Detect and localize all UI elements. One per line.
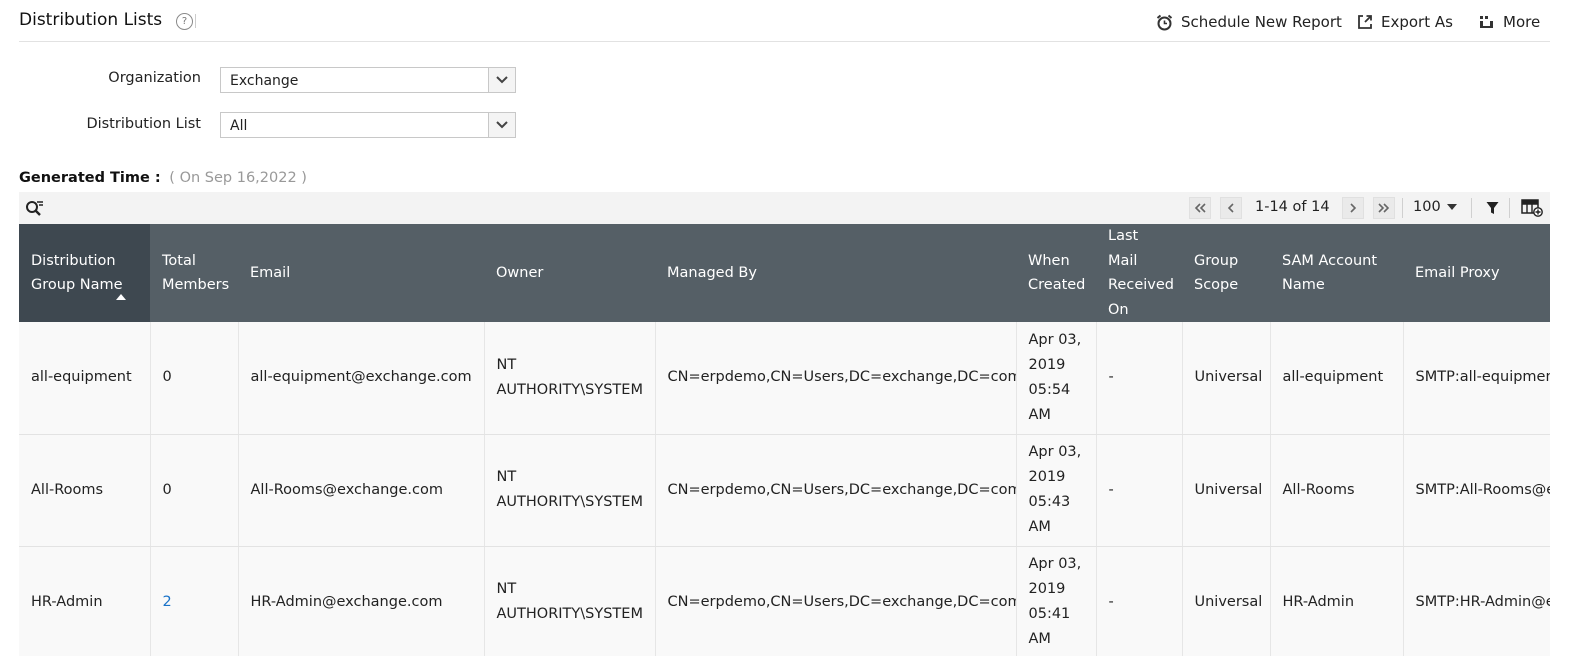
column-header-label: Last Mail Received On (1108, 228, 1174, 318)
column-header-distribution-group-name[interactable]: Distribution Group Name (19, 224, 150, 322)
cell-when-created: Apr 03, 2019 05:54 AM (1016, 322, 1097, 435)
column-header-managed-by[interactable]: Managed By (655, 224, 1016, 322)
table-row: all-equipment 0 all-equipment@exchange.c… (19, 322, 1550, 435)
cell-owner: NT AUTHORITY\SYSTEM (484, 322, 656, 435)
column-header-email-proxy[interactable]: Email Proxy (1403, 224, 1550, 322)
cell-when-created: Apr 03, 2019 05:43 AM (1016, 434, 1097, 547)
cell-owner: NT AUTHORITY\SYSTEM (484, 434, 656, 547)
column-header-label: Distribution Group Name (31, 252, 123, 294)
column-header-label: Email (250, 264, 291, 281)
table-header-row: Distribution Group Name Total Members Em… (19, 224, 1550, 322)
column-header-label: SAM Account Name (1282, 252, 1378, 294)
column-header-sam-account-name[interactable]: SAM Account Name (1270, 224, 1403, 322)
column-header-label: Email Proxy (1415, 264, 1500, 281)
cell-owner: NT AUTHORITY\SYSTEM (484, 546, 656, 656)
cell-last-mail: - (1096, 434, 1183, 547)
cell-email: All-Rooms@exchange.com (238, 434, 485, 547)
cell-sam-account-name: all-equipment (1270, 322, 1404, 435)
report-table: Distribution Group Name Total Members Em… (19, 224, 1550, 656)
column-header-total-members[interactable]: Total Members (150, 224, 238, 322)
cell-total-members: 0 (150, 434, 239, 547)
column-header-email[interactable]: Email (238, 224, 484, 322)
table-row: All-Rooms 0 All-Rooms@exchange.com NT AU… (19, 434, 1550, 547)
cell-email: HR-Admin@exchange.com (238, 546, 485, 656)
total-members-link[interactable]: 2 (150, 546, 239, 656)
cell-group-name: All-Rooms (19, 434, 151, 547)
column-header-label: When Created (1028, 252, 1086, 294)
column-header-last-mail-received-on[interactable]: Last Mail Received On (1096, 224, 1182, 322)
cell-last-mail: - (1096, 546, 1183, 656)
cell-group-scope: Universal (1182, 546, 1271, 656)
column-header-label: Total Members (162, 252, 230, 294)
cell-email-proxy: SMTP:HR-Admin@exchange.com (1403, 546, 1550, 656)
column-header-label: Owner (496, 264, 544, 281)
cell-last-mail: - (1096, 322, 1183, 435)
cell-group-scope: Universal (1182, 322, 1271, 435)
cell-email-proxy: SMTP:All-Rooms@exchange.com (1403, 434, 1550, 547)
cell-group-name: HR-Admin (19, 546, 151, 656)
cell-email-proxy: SMTP:all-equipment@exchange.com (1403, 322, 1550, 435)
column-header-owner[interactable]: Owner (484, 224, 655, 322)
column-header-when-created[interactable]: When Created (1016, 224, 1096, 322)
cell-total-members: 0 (150, 322, 239, 435)
cell-managed-by: CN=erpdemo,CN=Users,DC=exchange,DC=com (655, 322, 1017, 435)
sort-ascending-icon (116, 294, 126, 300)
cell-group-scope: Universal (1182, 434, 1271, 547)
cell-managed-by: CN=erpdemo,CN=Users,DC=exchange,DC=com (655, 546, 1017, 656)
cell-sam-account-name: HR-Admin (1270, 546, 1404, 656)
cell-email: all-equipment@exchange.com (238, 322, 485, 435)
column-header-group-scope[interactable]: Group Scope (1182, 224, 1270, 322)
column-header-label: Managed By (667, 264, 757, 281)
cell-managed-by: CN=erpdemo,CN=Users,DC=exchange,DC=com (655, 434, 1017, 547)
column-header-label: Group Scope (1194, 252, 1239, 294)
cell-when-created: Apr 03, 2019 05:41 AM (1016, 546, 1097, 656)
cell-sam-account-name: All-Rooms (1270, 434, 1404, 547)
cell-group-name: all-equipment (19, 322, 151, 435)
report-grid-container: Distribution Group Name Total Members Em… (0, 0, 1550, 656)
table-row: HR-Admin 2 HR-Admin@exchange.com NT AUTH… (19, 546, 1550, 656)
